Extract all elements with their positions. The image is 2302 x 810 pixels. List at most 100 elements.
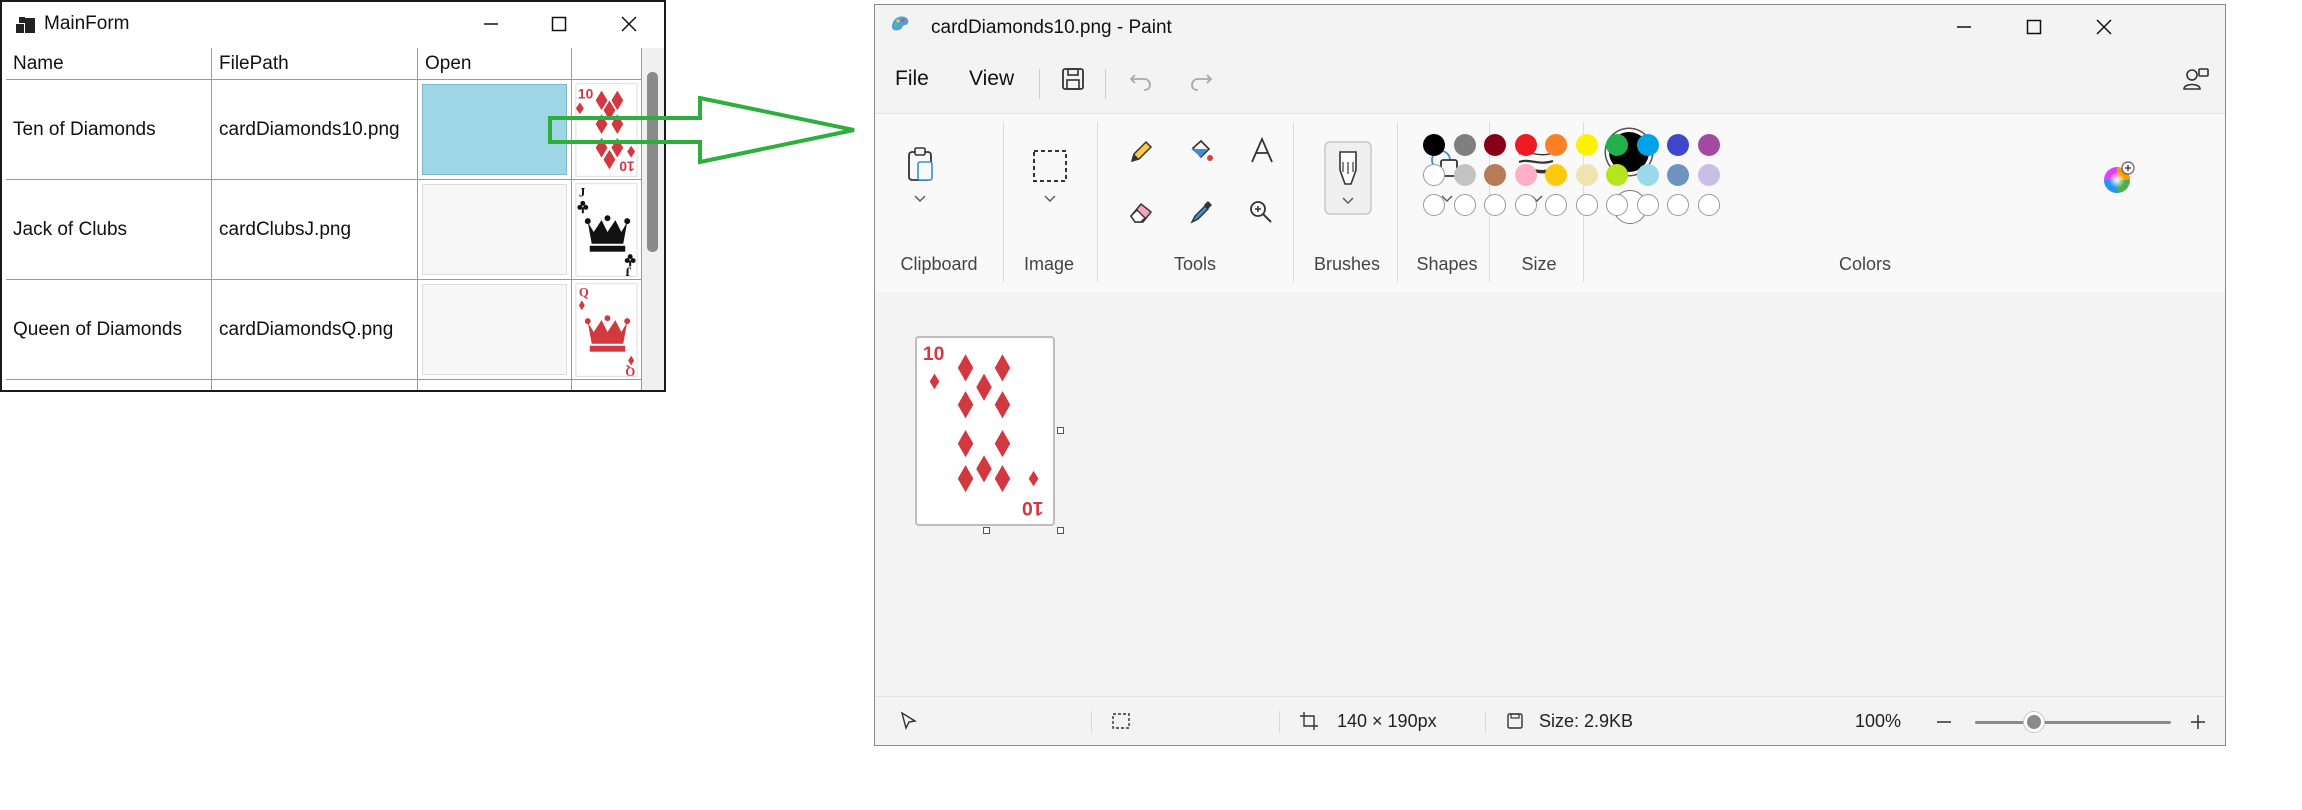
column-header-filepath[interactable]: FilePath [212, 48, 418, 80]
minimize-button[interactable] [456, 2, 526, 46]
cell-thumbnail [572, 380, 642, 390]
color-swatch[interactable] [1606, 164, 1628, 186]
custom-color-slot[interactable] [1667, 194, 1689, 216]
divider [1293, 122, 1294, 282]
column-header-open[interactable]: Open [418, 48, 572, 80]
magnifier-icon[interactable] [1247, 198, 1275, 226]
custom-color-slot[interactable] [1423, 194, 1445, 216]
color-swatch[interactable] [1514, 164, 1537, 186]
color-swatch[interactable] [1575, 164, 1598, 186]
group-label-shapes: Shapes [1416, 254, 1478, 274]
account-icon[interactable] [2181, 65, 2211, 95]
custom-color-slot[interactable] [1484, 194, 1506, 216]
zoom-percent[interactable]: 100% [1855, 711, 1901, 732]
color-swatch[interactable] [1453, 164, 1476, 186]
maximize-button[interactable] [524, 2, 594, 46]
zoom-slider-thumb[interactable] [2023, 712, 2044, 732]
color-swatch[interactable] [1484, 134, 1506, 156]
custom-color-slot[interactable] [1453, 194, 1476, 216]
custom-color-slot[interactable] [1575, 194, 1598, 216]
undo-icon[interactable] [1127, 65, 1155, 93]
color-swatch[interactable] [1484, 164, 1506, 186]
divider [1091, 711, 1092, 733]
pencil-icon[interactable] [1127, 138, 1155, 166]
svg-text:10: 10 [1022, 497, 1044, 519]
resize-handle-corner[interactable] [1057, 527, 1064, 534]
custom-color-slot[interactable] [1514, 194, 1537, 216]
paint-app-icon [892, 16, 909, 31]
color-swatch[interactable] [1545, 134, 1567, 156]
resize-handle-bottom[interactable] [983, 527, 990, 534]
maximize-button[interactable] [1999, 5, 2069, 49]
mainform-window: MainForm Name FilePath Open Ten of Diamo… [0, 0, 666, 392]
maximize-icon [551, 16, 567, 32]
redo-icon[interactable] [1187, 65, 1215, 93]
svg-text:Q: Q [579, 285, 589, 299]
color-swatch[interactable] [1545, 164, 1567, 186]
canvas-card-image[interactable]: 10 10 [915, 336, 1055, 526]
minimize-button[interactable] [1929, 5, 1999, 49]
menu-view[interactable]: View [969, 67, 1014, 91]
color-swatch[interactable] [1575, 134, 1598, 156]
cell-open [418, 380, 572, 390]
edit-colors-icon[interactable] [2097, 158, 2139, 200]
cell-thumbnail: Q Q [572, 280, 642, 380]
fill-bucket-icon[interactable] [1187, 138, 1215, 166]
cell-open [418, 180, 572, 280]
save-icon[interactable] [1059, 65, 1087, 93]
color-swatch[interactable] [1697, 164, 1720, 186]
color-swatch[interactable] [1423, 164, 1445, 186]
maximize-icon [2026, 19, 2042, 35]
color-swatch[interactable] [1636, 134, 1659, 156]
clipboard-icon[interactable] [903, 146, 937, 204]
table-row[interactable]: Queen of Diamonds cardDiamondsQ.png Q Q [6, 280, 642, 380]
status-bar: 140 × 190px Size: 2.9KB 100% [875, 696, 2225, 745]
custom-color-slot[interactable] [1606, 194, 1628, 216]
column-header-name[interactable]: Name [6, 48, 212, 80]
mainform-titlebar[interactable]: MainForm [2, 2, 664, 46]
column-header-image[interactable] [572, 48, 642, 80]
canvas-area[interactable]: 10 10 [875, 292, 2225, 697]
ribbon: Clipboard Image Tools Brushes Shapes Siz… [875, 113, 2225, 293]
paint-window: cardDiamonds10.png - Paint File View Cli… [874, 4, 2226, 746]
divider [1279, 711, 1280, 733]
arrow-icon [548, 96, 855, 165]
text-icon[interactable] [1247, 136, 1277, 166]
cell-name [6, 380, 212, 390]
resize-handle-right[interactable] [1057, 427, 1064, 434]
group-label-tools: Tools [1173, 254, 1217, 274]
close-button[interactable] [2069, 5, 2139, 49]
table-row[interactable]: Jack of Clubs cardClubsJ.png J J [6, 180, 642, 280]
custom-color-slot[interactable] [1545, 194, 1567, 216]
group-label-size: Size [1521, 254, 1557, 274]
open-button[interactable] [422, 184, 567, 275]
brush-icon[interactable] [1323, 140, 1373, 216]
color-picker-icon[interactable] [1187, 198, 1215, 226]
color-swatch[interactable] [1667, 134, 1689, 156]
paint-titlebar[interactable]: cardDiamonds10.png - Paint [875, 5, 2225, 49]
color-swatch[interactable] [1453, 134, 1476, 156]
open-button[interactable] [422, 284, 567, 375]
custom-color-slot[interactable] [1697, 194, 1720, 216]
zoom-out-icon[interactable] [1935, 713, 1953, 731]
zoom-slider[interactable] [1975, 721, 2171, 724]
zoom-in-icon[interactable] [2189, 713, 2207, 731]
color-swatch[interactable] [1606, 134, 1628, 156]
color-swatch[interactable] [1514, 134, 1537, 156]
color-swatch[interactable] [1667, 164, 1689, 186]
select-icon[interactable] [1031, 148, 1071, 204]
menu-file[interactable]: File [895, 67, 929, 91]
card-thumbnail-clubs-jack: J J [575, 182, 638, 278]
mainform-title: MainForm [44, 13, 130, 34]
table-row[interactable] [6, 380, 642, 390]
cell-filepath [212, 380, 418, 390]
color-swatch[interactable] [1636, 164, 1659, 186]
file-size-icon [1507, 713, 1523, 729]
file-size: Size: 2.9KB [1539, 711, 1634, 731]
color-swatch[interactable] [1423, 134, 1445, 156]
color-swatch[interactable] [1697, 134, 1720, 156]
eraser-icon[interactable] [1127, 198, 1155, 226]
cell-filepath: cardClubsJ.png [212, 180, 418, 280]
close-button[interactable] [594, 2, 664, 46]
custom-color-slot[interactable] [1636, 194, 1659, 216]
